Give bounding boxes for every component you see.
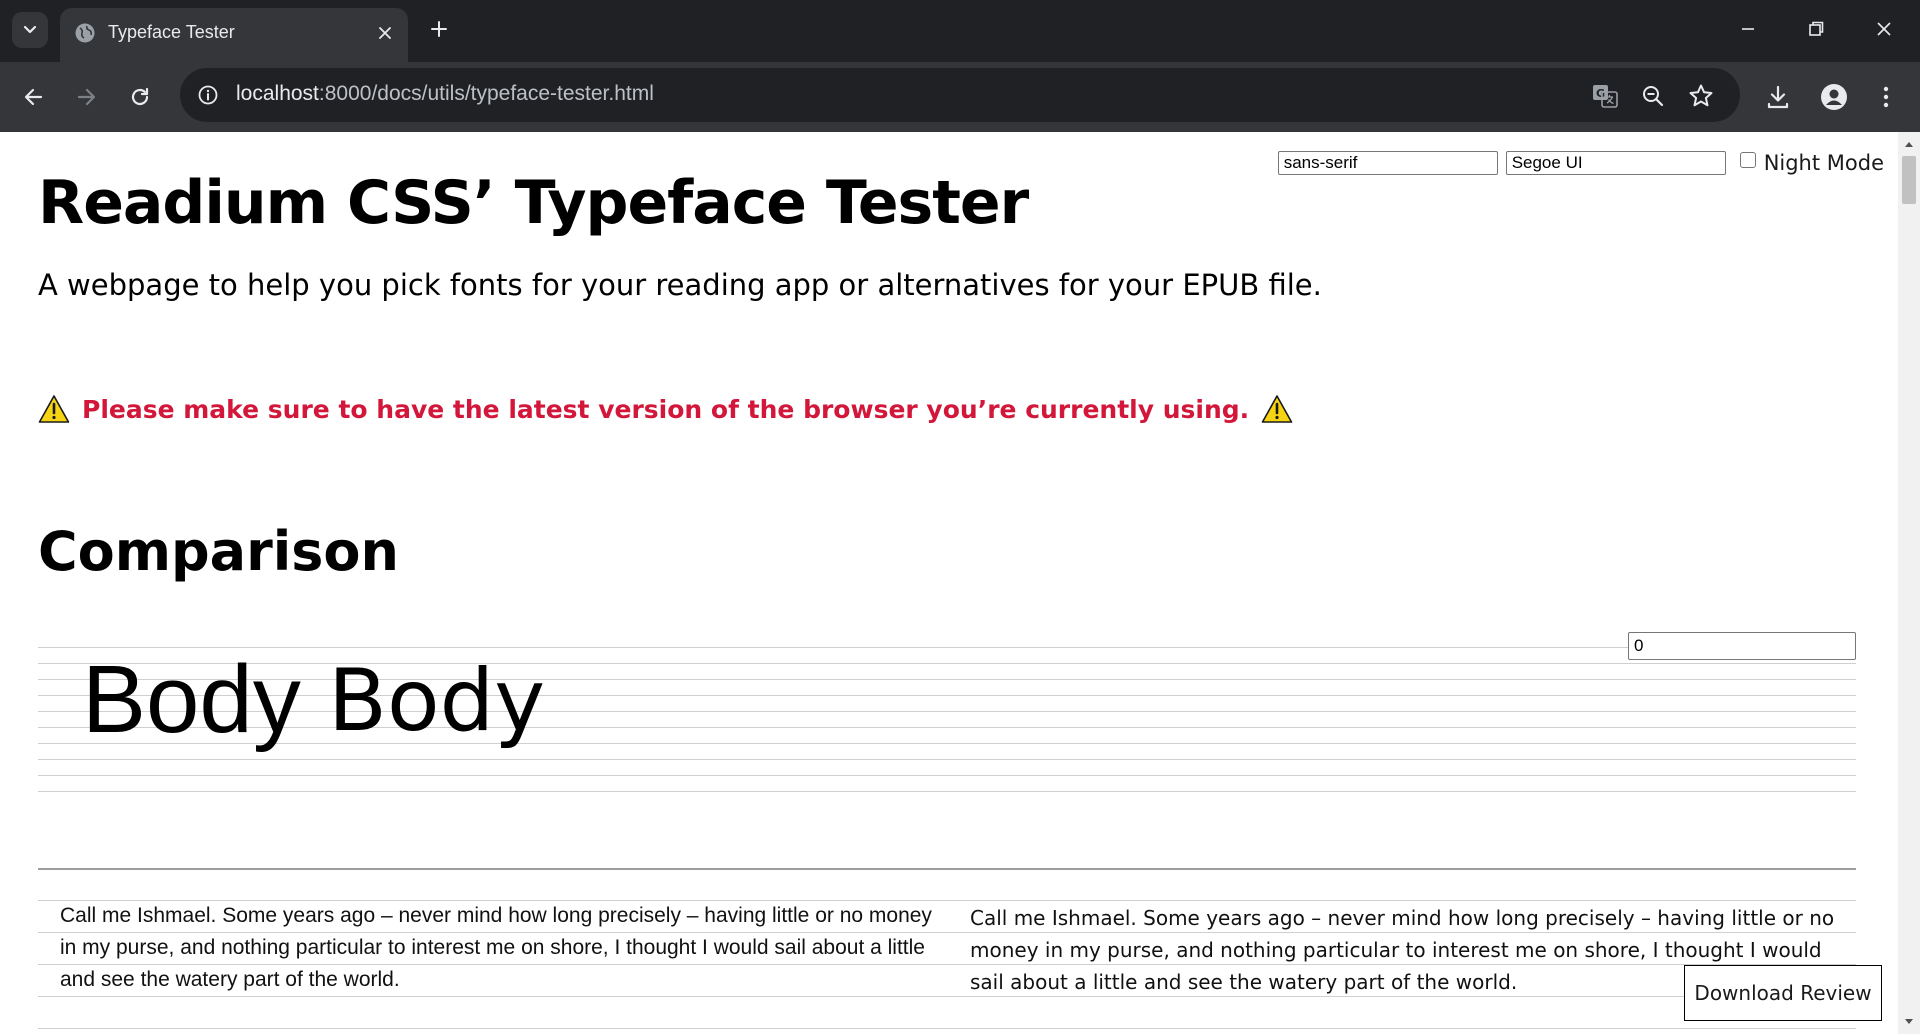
minimize-icon — [1742, 28, 1754, 30]
more-vertical-icon — [1883, 86, 1889, 108]
zoom-button[interactable] — [1638, 81, 1668, 111]
page-viewport: Night Mode Readium CSS’ Typeface Tester … — [0, 132, 1898, 1034]
specimen-test-font: Body — [328, 651, 546, 751]
restore-window-button[interactable] — [1796, 12, 1836, 46]
grid-line — [38, 679, 1856, 680]
tab-title: Typeface Tester — [108, 22, 235, 42]
close-icon — [379, 27, 391, 39]
grid-line — [38, 791, 1856, 792]
baseline-grid — [38, 132, 1856, 1034]
bookmark-star-button[interactable] — [1686, 81, 1716, 111]
text-line — [38, 1028, 1856, 1029]
close-tab-button[interactable] — [372, 20, 398, 46]
grid-line — [38, 727, 1856, 728]
back-button[interactable] — [16, 79, 52, 115]
arrow-right-icon — [77, 88, 96, 106]
plus-icon — [431, 21, 447, 37]
info-icon — [198, 85, 218, 105]
address-bar[interactable]: localhost:8000/docs/utils/typeface-teste… — [180, 68, 1740, 122]
translate-button[interactable]: G — [1590, 81, 1620, 111]
forward-button[interactable] — [68, 79, 104, 115]
profile-button[interactable] — [1816, 79, 1852, 115]
tab-search-button[interactable] — [12, 12, 48, 48]
new-tab-button[interactable] — [424, 14, 454, 44]
site-info-button[interactable] — [194, 81, 222, 109]
restore-icon — [1809, 21, 1824, 36]
caret-up-icon — [1905, 142, 1913, 147]
grid-line — [38, 743, 1856, 744]
url-host: localhost — [236, 82, 319, 105]
avatar-icon — [1821, 84, 1847, 110]
reload-icon — [131, 87, 149, 106]
star-icon — [1689, 84, 1713, 107]
scroll-up-button[interactable] — [1898, 134, 1920, 154]
paragraph-reference-font: Call me Ishmael. Some years ago – never … — [60, 904, 932, 991]
minimize-window-button[interactable] — [1728, 12, 1768, 46]
specimen-reference-font: Body — [82, 646, 301, 753]
arrow-left-icon — [24, 88, 43, 106]
section-divider — [38, 868, 1856, 870]
downloads-button[interactable] — [1760, 79, 1796, 115]
grid-line — [38, 759, 1856, 760]
download-review-button[interactable]: Download Review — [1684, 965, 1882, 1021]
chevron-down-icon — [23, 25, 37, 34]
close-window-button[interactable] — [1864, 12, 1904, 46]
baseline-offset-input[interactable] — [1628, 632, 1856, 660]
grid-line — [38, 695, 1856, 696]
grid-line — [38, 711, 1856, 712]
page-scrollbar[interactable] — [1898, 132, 1920, 1034]
active-tab[interactable]: Typeface Tester — [60, 8, 408, 62]
browser-tab-strip: Typeface Tester — [0, 0, 1920, 62]
caret-down-icon — [1905, 1019, 1913, 1024]
url-path: :8000/docs/utils/typeface-tester.html — [318, 82, 654, 105]
url-text[interactable]: localhost:8000/docs/utils/typeface-teste… — [236, 82, 654, 106]
browser-menu-button[interactable] — [1868, 79, 1904, 115]
translate-icon: G — [1593, 85, 1618, 108]
globe-icon — [74, 22, 96, 44]
download-icon — [1767, 85, 1789, 109]
reload-button[interactable] — [122, 79, 158, 115]
grid-line — [38, 647, 1856, 648]
close-icon — [1877, 22, 1891, 36]
grid-line — [38, 775, 1856, 776]
scrollbar-thumb[interactable] — [1902, 156, 1916, 204]
zoom-out-icon — [1643, 86, 1664, 107]
svg-text:G: G — [1596, 87, 1605, 100]
scroll-down-button[interactable] — [1898, 1012, 1920, 1032]
grid-line — [38, 663, 1856, 664]
browser-toolbar: localhost:8000/docs/utils/typeface-teste… — [0, 62, 1920, 132]
